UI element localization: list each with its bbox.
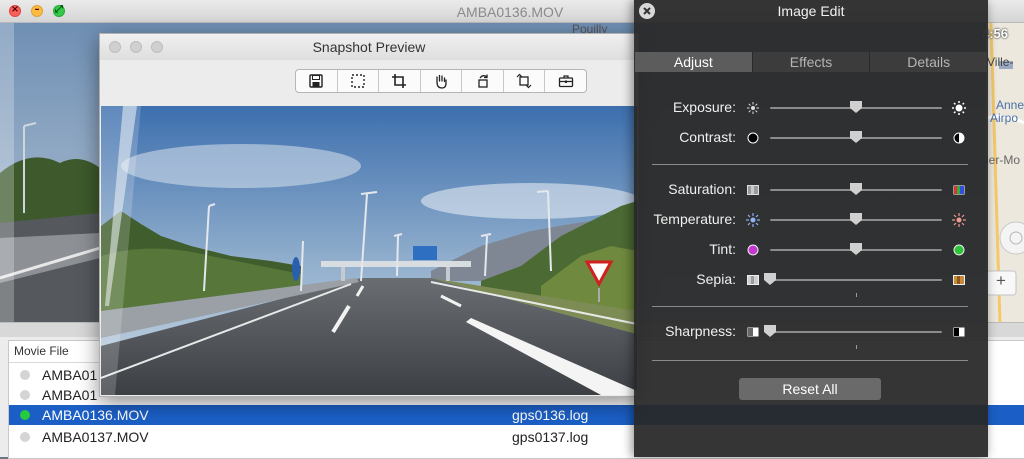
saturation-low-icon xyxy=(746,183,760,197)
tab-details[interactable]: Details xyxy=(870,52,987,72)
tab-effects[interactable]: Effects xyxy=(753,52,871,72)
resize-icon xyxy=(516,73,532,89)
temperature-row: Temperature: xyxy=(634,210,988,230)
save-tool-button[interactable] xyxy=(296,70,338,92)
file-name: AMBA01 xyxy=(42,387,98,403)
snapshot-title: Snapshot Preview xyxy=(312,39,426,55)
saturation-row: Saturation: xyxy=(634,180,988,200)
hand-tool-button[interactable] xyxy=(421,70,463,92)
saturation-slider-thumb[interactable] xyxy=(850,183,862,195)
log-name: gps0136.log xyxy=(512,407,589,423)
sepia-high-icon xyxy=(952,273,966,287)
file-name: AMBA0136.MOV xyxy=(42,407,149,423)
temperature-cool-icon xyxy=(746,213,760,227)
map-label-airport: Airpo xyxy=(990,111,1019,125)
crop-tool-button[interactable] xyxy=(379,70,421,92)
slider-tick-mark xyxy=(856,345,857,349)
sepia-label: Sepia: xyxy=(696,271,736,287)
temperature-slider[interactable] xyxy=(770,213,942,225)
contrast-label: Contrast: xyxy=(679,129,736,145)
image-edit-panel: Image Edit Adjust Effects Details Exposu… xyxy=(634,0,988,457)
tint-green-icon xyxy=(952,243,966,257)
save-icon xyxy=(309,74,323,88)
temperature-label: Temperature: xyxy=(653,211,736,227)
rotate-icon xyxy=(477,74,488,88)
reset-all-button[interactable]: Reset All xyxy=(739,378,881,400)
panel-title: Image Edit xyxy=(777,3,845,19)
resize-tool-button[interactable] xyxy=(504,70,546,92)
sepia-row: Sepia: xyxy=(634,270,988,297)
status-dot xyxy=(20,370,30,380)
sharpness-label: Sharpness: xyxy=(665,323,736,339)
exposure-high-icon xyxy=(952,101,966,115)
contrast-slider-thumb[interactable] xyxy=(850,131,862,143)
snapshot-preview-window: Snapshot Preview xyxy=(99,33,639,397)
contrast-slider[interactable] xyxy=(770,131,942,143)
sepia-low-icon xyxy=(746,273,760,287)
sepia-slider[interactable] xyxy=(764,273,942,297)
snapshot-image[interactable] xyxy=(101,106,637,395)
fullscreen-icon: ⤢ xyxy=(55,4,63,15)
temperature-slider-thumb[interactable] xyxy=(850,213,862,225)
hand-icon xyxy=(436,74,447,89)
toolbox-tool-button[interactable] xyxy=(545,70,586,92)
file-name: AMBA0137.MOV xyxy=(42,429,149,445)
sharpness-low-icon xyxy=(746,325,760,339)
contrast-high-icon xyxy=(952,131,966,145)
snapshot-titlebar: Snapshot Preview xyxy=(100,34,638,60)
exposure-low-icon xyxy=(746,101,760,115)
map-view[interactable]: Ville- Anne Airpo ier-Mo + xyxy=(986,23,1024,323)
tint-label: Tint: xyxy=(709,241,736,257)
exposure-label: Exposure: xyxy=(672,99,736,115)
sharpness-slider[interactable] xyxy=(764,325,942,349)
snapshot-toolbar xyxy=(295,69,587,93)
minimize-icon: – xyxy=(34,4,40,15)
saturation-slider[interactable] xyxy=(770,183,942,195)
sepia-slider-thumb[interactable] xyxy=(764,273,776,285)
status-dot xyxy=(20,432,30,442)
exposure-row: Exposure: xyxy=(634,98,988,118)
map-label-ville: Ville- xyxy=(987,55,1014,69)
crop-icon xyxy=(392,74,407,88)
close-icon: × xyxy=(10,4,20,15)
saturation-label: Saturation: xyxy=(668,181,736,197)
divider xyxy=(652,164,968,165)
panel-tabs: Adjust Effects Details xyxy=(635,52,987,72)
divider xyxy=(652,360,968,361)
tint-row: Tint: xyxy=(634,240,988,260)
tint-slider-thumb[interactable] xyxy=(850,243,862,255)
status-dot xyxy=(20,390,30,400)
contrast-row: Contrast: xyxy=(634,128,988,148)
exposure-slider[interactable] xyxy=(770,101,942,113)
slider-tick-mark xyxy=(856,293,857,297)
minimize-window-button[interactable]: – xyxy=(31,4,43,17)
divider xyxy=(652,306,968,307)
select-tool-button[interactable] xyxy=(338,70,380,92)
sharpness-slider-thumb[interactable] xyxy=(764,325,776,337)
exposure-slider-thumb[interactable] xyxy=(850,101,862,113)
temperature-warm-icon xyxy=(952,213,966,227)
rotate-tool-button[interactable] xyxy=(462,70,504,92)
contrast-low-icon xyxy=(746,131,760,145)
status-dot xyxy=(20,410,30,420)
tab-adjust[interactable]: Adjust xyxy=(635,52,753,72)
map-label-mo: ier-Mo xyxy=(986,153,1021,167)
tint-slider[interactable] xyxy=(770,243,942,255)
log-name: gps0137.log xyxy=(512,429,589,445)
tint-magenta-icon xyxy=(746,243,760,257)
toolbox-icon xyxy=(558,75,573,88)
close-window-button[interactable]: × xyxy=(9,4,21,17)
window-title: AMBA0136.MOV xyxy=(456,4,564,20)
select-icon xyxy=(351,74,365,88)
saturation-high-icon xyxy=(952,183,966,197)
sharpness-high-icon xyxy=(952,325,966,339)
sharpness-row: Sharpness: xyxy=(634,322,988,349)
zoom-window-button[interactable]: ⤢ xyxy=(53,4,65,17)
file-name: AMBA01 xyxy=(42,367,98,383)
dashcam-photo xyxy=(101,106,637,395)
map-zoom-in-button[interactable]: + xyxy=(988,271,1014,291)
map-label-anne: Anne xyxy=(996,98,1024,112)
